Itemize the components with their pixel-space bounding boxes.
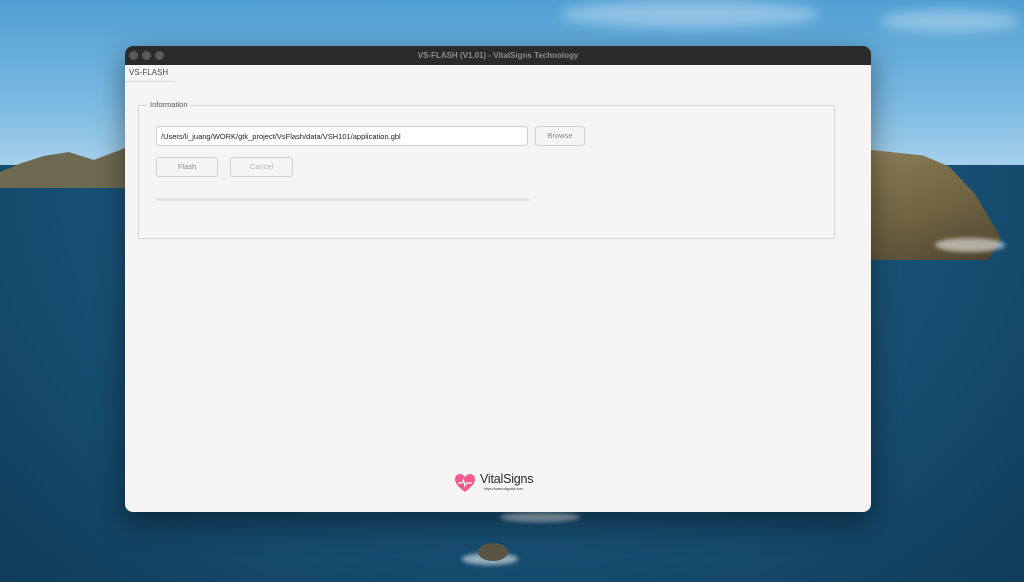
information-frame-label: Information [147, 100, 191, 109]
heart-pulse-icon [455, 474, 475, 492]
vitalsigns-logo: VitalSigns https://www.vsigntek.com [454, 471, 544, 495]
wave-foam [935, 238, 1005, 252]
cancel-button[interactable]: Cancel [230, 157, 293, 177]
logo-brand-name: VitalSigns [480, 472, 534, 486]
browse-button[interactable]: Browse [535, 126, 585, 146]
desktop-rock [478, 543, 508, 561]
tab-vs-flash[interactable]: VS-FLASH [129, 68, 168, 77]
window-titlebar[interactable]: VS-FLASH (V1.01) - VitalSigns Technology [125, 46, 871, 65]
cloud [560, 0, 820, 28]
app-window: VS-FLASH (V1.01) - VitalSigns Technology… [125, 46, 871, 512]
cloud [880, 10, 1020, 32]
wave-foam [500, 512, 580, 522]
tab-divider [125, 81, 175, 82]
flash-button[interactable]: Flash [156, 157, 218, 177]
logo-url: https://www.vsigntek.com [484, 487, 524, 491]
file-path-input[interactable] [156, 126, 528, 146]
flash-progress-bar [156, 198, 529, 201]
window-title: VS-FLASH (V1.01) - VitalSigns Technology [417, 51, 579, 60]
